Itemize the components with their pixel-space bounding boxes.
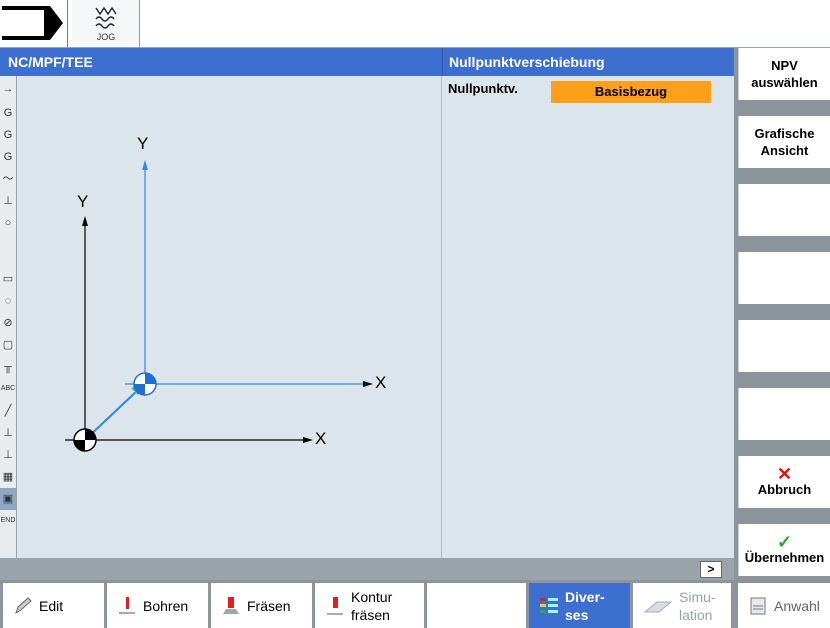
milling-softkey[interactable]: Fräsen [211, 583, 312, 628]
select-zero-offset-softkey[interactable]: NPV auswählen [738, 48, 830, 100]
shifted-zero-point-symbol [133, 372, 157, 396]
zero-offset-label: Nullpunktv. [448, 81, 518, 96]
simulation-softkey[interactable]: Simu- lation [633, 583, 731, 628]
contour-mill-icon [327, 596, 343, 614]
end-icon[interactable]: END [0, 510, 16, 532]
cancel-softkey[interactable]: ✕ Abbruch [738, 456, 830, 508]
program-path-header: NC/MPF/TEE [0, 48, 442, 76]
softkey-label-group: Kontur fräsen [351, 588, 392, 624]
softkey-label: Diver- [565, 588, 605, 605]
arrow-icon[interactable]: → [0, 78, 16, 100]
misc-softkey[interactable]: Diver- ses [529, 583, 630, 628]
drilling-softkey[interactable]: Bohren [107, 583, 208, 628]
softkey-label-group: Simu- lation [679, 588, 716, 624]
softkey-label: NPV [771, 58, 798, 73]
softkey-label: Ansicht [760, 143, 809, 158]
accept-softkey[interactable]: ✓ Übernehmen [738, 524, 830, 576]
shifted-x-axis-label: X [375, 373, 387, 392]
face-icon[interactable]: ⊘ [0, 312, 16, 334]
origin-y-arrowhead [82, 216, 88, 226]
zero-offset-diagram [65, 160, 373, 452]
panel-title-header: Nullpunktverschiebung [442, 48, 734, 76]
status-line [0, 558, 734, 580]
softkey-label: Bohren [143, 597, 189, 614]
softkey-label-group: Diver- ses [565, 588, 605, 624]
jog-mode-indicator[interactable]: JOG [72, 0, 140, 47]
tool-icon[interactable]: ╥ [0, 356, 16, 378]
pocket-icon[interactable]: ▭ [0, 268, 16, 290]
empty-softkey-4[interactable] [738, 252, 830, 304]
origin-x-axis-label: X [315, 429, 327, 448]
zero-offset-select[interactable]: Basisbezug [551, 81, 711, 103]
program-block-icon-column: → G G G 〜 ⊥ ○ ▭ ◌ ⊘ ▢ ╥ ABC ╱ ⊥ ⊥ ▦ ▣ EN… [0, 76, 17, 558]
empty-softkey-5[interactable] [738, 320, 830, 372]
accept-check-icon: ✓ [776, 531, 793, 552]
frame-icon[interactable]: ▢ [0, 334, 16, 356]
softkey-label: fräsen [351, 606, 390, 623]
softkey-label: auswählen [751, 75, 818, 90]
select-softkey[interactable]: Anwahl [738, 583, 830, 628]
drill3-icon[interactable]: ⊥ [0, 444, 16, 466]
origin-y-axis-label: Y [77, 192, 89, 211]
graphic-view-softkey[interactable]: Grafische Ansicht [738, 116, 830, 168]
pattern-icon[interactable]: ▦ [0, 466, 16, 488]
softkey-label: Edit [39, 597, 64, 614]
parameter-panel: Nullpunktv. Basisbezug [442, 76, 734, 558]
nc-select-icon [750, 597, 766, 614]
edit-softkey[interactable]: Edit [3, 583, 104, 628]
shifted-y-axis-label: Y [137, 134, 149, 153]
g-code-icon[interactable]: G [0, 124, 16, 146]
jog-mode-label: JOG [96, 32, 116, 42]
softkey-label: Fräsen [247, 597, 291, 614]
softkey-label: Kontur [351, 588, 393, 605]
softkey-label: ses [565, 606, 589, 623]
shifted-x-arrowhead [363, 381, 373, 387]
top-toolbar: JOG [0, 0, 830, 48]
jog-wave-icon [95, 6, 117, 29]
origin-x-arrowhead [303, 437, 313, 443]
softkey-label: Abbruch [757, 481, 812, 497]
drill2-icon[interactable]: ⊥ [0, 422, 16, 444]
misc-list-icon [540, 597, 558, 613]
softkey-label: Simu- [679, 588, 716, 605]
circle-icon[interactable]: ○ [0, 212, 16, 234]
empty-softkey-3[interactable] [738, 184, 830, 236]
origin-zero-point-symbol [73, 428, 97, 452]
g-code-icon[interactable]: G [0, 146, 16, 168]
drill-icon [119, 596, 135, 613]
path-icon[interactable]: 〜 [0, 168, 16, 190]
machine-area-button[interactable] [0, 0, 68, 47]
text-abc-icon[interactable]: ABC [0, 378, 16, 400]
active-block-icon[interactable]: ▣ [0, 488, 16, 510]
circular-pocket-icon[interactable]: ◌ [0, 290, 16, 312]
help-graphic-area: Y X Y X [17, 76, 442, 558]
g-code-icon[interactable]: G [0, 102, 16, 124]
contour-icon[interactable]: ╱ [0, 400, 16, 422]
softkey-label: Grafische [754, 126, 815, 141]
shifted-y-arrowhead [142, 160, 148, 170]
softkey-label: Übernehmen [744, 549, 825, 565]
softkey-label: Anwahl [774, 597, 820, 614]
empty-horizontal-softkey[interactable] [427, 583, 526, 628]
empty-softkey-6[interactable] [738, 388, 830, 440]
softkey-label: lation [679, 606, 713, 623]
machine-area-arrow-icon [0, 6, 63, 40]
more-options-button[interactable]: > [700, 561, 722, 578]
mill-icon [223, 596, 239, 614]
simulation-icon [643, 601, 673, 612]
pencil-icon [15, 596, 32, 614]
cancel-x-icon: ✕ [776, 463, 793, 484]
drill-icon[interactable]: ⊥ [0, 190, 16, 212]
contour-milling-softkey[interactable]: Kontur fräsen [315, 583, 424, 628]
